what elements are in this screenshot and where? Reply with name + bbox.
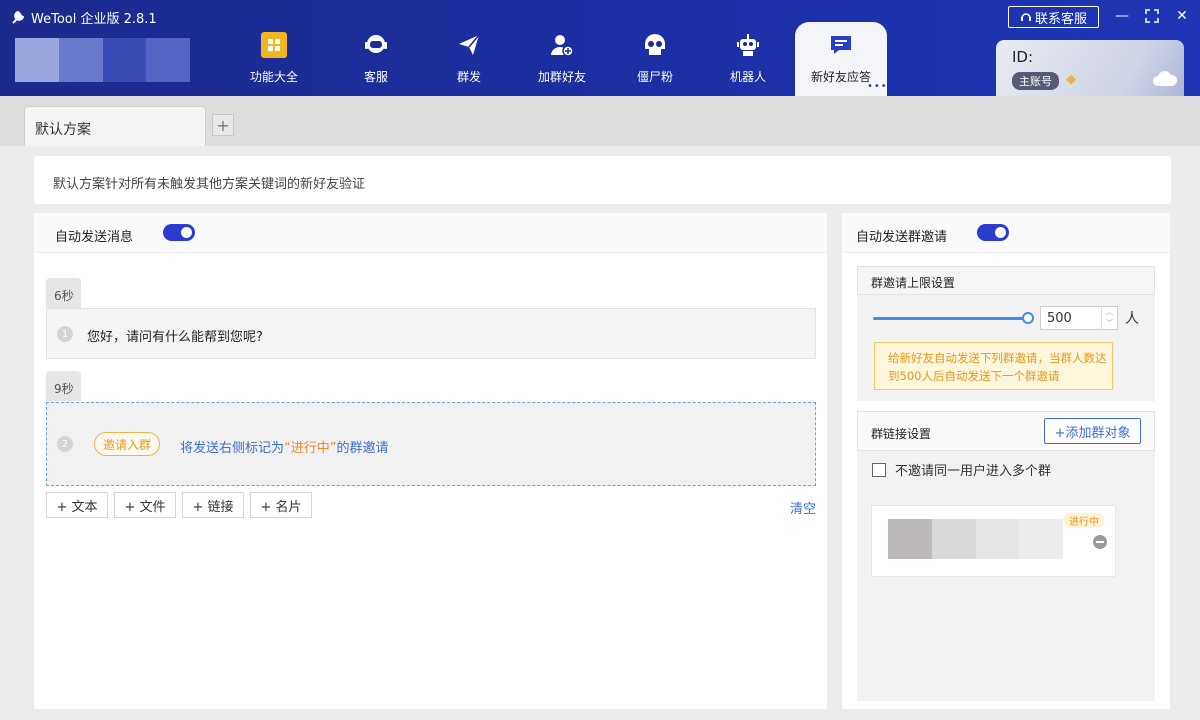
delay-tag[interactable]: 9秒 <box>46 371 81 401</box>
contact-support-label: 联系客服 <box>1034 11 1087 27</box>
invite-limit-slider-track[interactable] <box>873 317 1027 320</box>
auto-message-toggle[interactable] <box>163 224 195 241</box>
app-title-text: WeTool 企业版 2.8.1 <box>31 11 157 27</box>
cloud-icon <box>1153 71 1178 86</box>
message-item[interactable]: 1 您好，请问有什么能帮到您呢? <box>46 308 816 359</box>
add-tab-button[interactable]: + <box>212 114 234 136</box>
add-user-icon <box>549 32 575 58</box>
contact-support-button[interactable]: 联系客服 <box>1008 6 1099 28</box>
auto-message-header: 自动发送消息 <box>34 213 827 253</box>
grid-icon <box>261 32 287 58</box>
role-badge: 主账号 <box>1012 72 1059 90</box>
more-dots-icon[interactable]: ••• <box>867 82 888 92</box>
robot-icon <box>735 32 761 58</box>
account-card[interactable]: ID: 主账号 ◆ <box>996 40 1184 96</box>
group-invite-title: 自动发送群邀请 <box>856 230 948 245</box>
remove-icon[interactable] <box>1093 535 1107 549</box>
nav-new-friend-reply[interactable]: 新好友应答 ••• <box>795 22 887 96</box>
nav-mass-send[interactable]: 群发 <box>423 22 515 96</box>
add-text-button[interactable]: + 文本 <box>46 492 108 518</box>
nav-robot[interactable]: 机器人 <box>702 22 794 96</box>
chat-bubble-icon <box>828 32 854 58</box>
paper-plane-icon <box>456 32 482 58</box>
add-link-button[interactable]: + 链接 <box>182 492 244 518</box>
invite-limit-unit: 人 <box>1125 311 1139 327</box>
add-file-button[interactable]: + 文件 <box>114 492 176 518</box>
headset-icon <box>363 32 389 58</box>
invite-limit-slider-handle[interactable] <box>1022 312 1034 324</box>
close-icon[interactable]: ✕ <box>1170 6 1194 26</box>
title-bar: WeTool 企业版 2.8.1 功能大全 客服 群发 加群好友 僵尸粉 机器人 <box>0 0 1200 96</box>
invite-limit-hint: 给新好友自动发送下列群邀请，当群人数达到500人后自动发送下一个群邀请 <box>874 342 1113 390</box>
wrench-icon <box>12 10 25 24</box>
nav-zombie-fans[interactable]: 僵尸粉 <box>609 22 701 96</box>
invite-limit-section: 群邀请上限设置 500 ︿ ﹀ 人 给新好友自动发送下列群邀请，当群人数达到500… <box>857 266 1155 401</box>
add-card-button[interactable]: + 名片 <box>250 492 312 518</box>
group-invite-panel: 自动发送群邀请 群邀请上限设置 500 ︿ ﹀ 人 给新好友自动发送下列群邀请，当… <box>842 213 1170 709</box>
no-multi-group-checkbox[interactable] <box>872 462 886 477</box>
diamond-icon: ◆ <box>1066 72 1076 87</box>
add-group-target-button[interactable]: +添加群对象 <box>1044 418 1141 444</box>
delay-tag[interactable]: 6秒 <box>46 278 81 308</box>
group-link-section: 群链接设置 +添加群对象 不邀请同一用户进入多个群 进行中 <box>857 411 1155 701</box>
nav-label: 机器人 <box>729 70 766 84</box>
tab-default-scheme[interactable]: 默认方案 <box>24 106 206 146</box>
invite-limit-input[interactable]: 500 ︿ ﹀ <box>1040 306 1118 330</box>
scheme-description: 默认方案针对所有未触发其他方案关键词的新好友验证 <box>34 156 1171 204</box>
nav-add-group-friends[interactable]: 加群好友 <box>516 22 608 96</box>
minimize-icon[interactable]: — <box>1110 6 1134 26</box>
account-id-label: ID: <box>1012 48 1034 66</box>
invite-to-group-pill: 邀请入群 <box>94 432 160 456</box>
nav-label: 僵尸粉 <box>636 70 673 84</box>
nav-label: 群发 <box>456 70 481 84</box>
group-invite-toggle[interactable] <box>977 224 1009 241</box>
status-badge: 进行中 <box>1064 513 1104 528</box>
user-avatar <box>15 38 190 82</box>
group-card[interactable]: 进行中 <box>871 505 1116 577</box>
auto-message-panel: 自动发送消息 6秒 1 您好，请问有什么能帮到您呢? 9秒 2 邀请入群 将发送… <box>34 213 827 709</box>
headset-small-icon <box>1020 13 1031 21</box>
group-avatar <box>888 519 1063 559</box>
nav-label: 功能大全 <box>249 70 298 84</box>
message-index: 1 <box>57 326 73 342</box>
scheme-tab-bar: 默认方案 + <box>0 96 1200 146</box>
no-multi-group-label: 不邀请同一用户进入多个群 <box>895 464 1052 479</box>
stepper-icon[interactable]: ︿ ﹀ <box>1101 307 1117 329</box>
invite-description: 将发送右侧标记为“进行中”的群邀请 <box>180 441 389 456</box>
no-multi-group-option[interactable]: 不邀请同一用户进入多个群 <box>872 460 1051 479</box>
clear-link[interactable]: 清空 <box>790 498 816 517</box>
message-text: 您好，请问有什么能帮到您呢? <box>87 330 263 345</box>
nav-label: 客服 <box>363 70 388 84</box>
nav-customer-service[interactable]: 客服 <box>330 22 422 96</box>
nav-feature-list[interactable]: 功能大全 <box>228 22 320 96</box>
nav-label: 加群好友 <box>537 70 586 84</box>
app-title: WeTool 企业版 2.8.1 <box>10 8 157 27</box>
maximize-icon[interactable] <box>1140 6 1164 26</box>
invite-limit-title: 群邀请上限设置 <box>857 266 1155 295</box>
message-item-invite[interactable]: 2 邀请入群 将发送右侧标记为“进行中”的群邀请 <box>46 402 816 486</box>
message-index: 2 <box>57 436 73 452</box>
group-invite-header: 自动发送群邀请 <box>842 213 1170 253</box>
auto-message-title: 自动发送消息 <box>55 230 134 245</box>
skull-icon <box>642 32 668 58</box>
